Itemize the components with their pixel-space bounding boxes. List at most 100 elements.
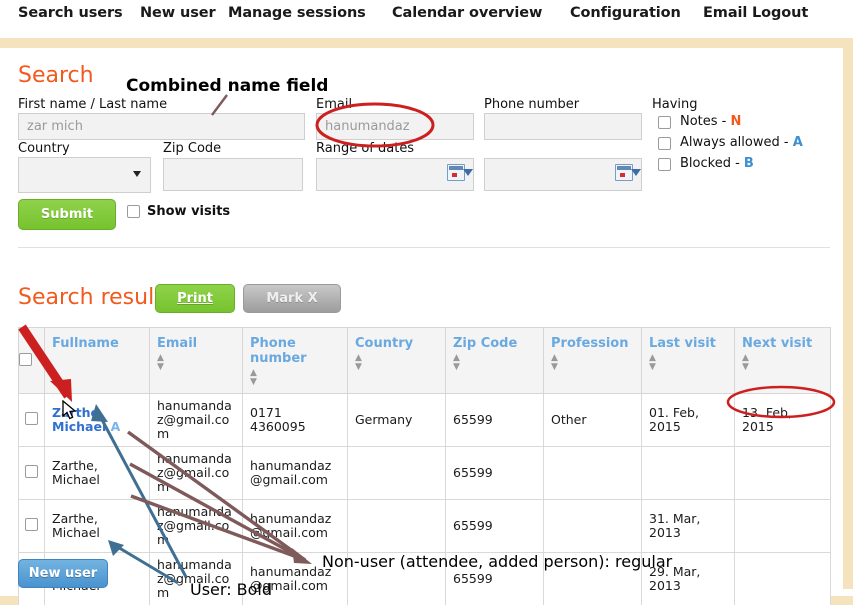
- nav-item-new-user[interactable]: New user: [140, 5, 216, 21]
- sort-icon[interactable]: ▲ ▼: [250, 369, 341, 387]
- sort-icon[interactable]: ▲ ▼: [355, 354, 439, 372]
- having-notes-label: Notes - N: [680, 114, 741, 129]
- cell-email: hanumandaz@gmail.com: [149, 393, 243, 447]
- column-header-last-visit[interactable]: Last visit ▲ ▼: [641, 327, 735, 394]
- table-row[interactable]: Zarthe, Michaelhanumandaz@gmail.comhanum…: [18, 552, 831, 605]
- having-notes-checkbox[interactable]: [658, 116, 671, 129]
- main-navigation: Search users New user Manage sessions Ca…: [0, 0, 853, 36]
- select-all-checkbox[interactable]: [19, 352, 32, 366]
- nav-divider-band: [0, 38, 853, 48]
- having-notes-text: Notes -: [680, 114, 731, 129]
- row-select-cell: [18, 499, 45, 553]
- column-header-country[interactable]: Country ▲ ▼: [347, 327, 446, 394]
- cell-next-visit: [734, 446, 831, 500]
- sort-icon[interactable]: ▲ ▼: [453, 354, 537, 372]
- column-header-zip-code[interactable]: Zip Code ▲ ▼: [445, 327, 544, 394]
- label-having: Having: [652, 97, 698, 112]
- chevron-down-icon: [463, 169, 473, 176]
- calendar-picker-from-button[interactable]: [447, 164, 473, 182]
- cell-email: hanumandaz@gmail.com: [149, 499, 243, 553]
- leader-line-combined-name: [211, 94, 228, 116]
- cell-next-visit: 13. Feb, 2015: [734, 393, 831, 447]
- nav-item-email[interactable]: Email: [703, 5, 747, 21]
- column-header-last-visit-label: Last visit: [649, 336, 716, 351]
- having-always-allowed-key: A: [792, 135, 803, 150]
- label-country: Country: [18, 141, 70, 156]
- table-row[interactable]: Zarthe, Michaelhanumandaz@gmail.comhanum…: [18, 499, 831, 553]
- sort-icon[interactable]: ▲ ▼: [649, 354, 728, 372]
- zip-code-input[interactable]: [163, 158, 303, 191]
- label-email: Email: [316, 97, 353, 112]
- sort-icon[interactable]: ▲ ▼: [157, 354, 236, 372]
- column-header-zip-code-label: Zip Code: [453, 336, 518, 351]
- column-header-fullname[interactable]: Fullname: [44, 327, 150, 394]
- column-header-next-visit[interactable]: Next visit ▲ ▼: [734, 327, 831, 394]
- column-header-phone-number[interactable]: Phone number ▲ ▼: [242, 327, 348, 394]
- cell-last-visit: 29. Mar, 2013: [641, 552, 735, 605]
- email-input[interactable]: [316, 113, 474, 140]
- cell-email: hanumandaz@gmail.com: [149, 446, 243, 500]
- page-right-border: [843, 48, 853, 589]
- nav-item-calendar-overview[interactable]: Calendar overview: [392, 5, 542, 21]
- show-visits-label: Show visits: [147, 204, 231, 219]
- nav-item-configuration[interactable]: Configuration: [570, 5, 681, 21]
- cell-next-visit: [734, 552, 831, 605]
- nav-item-search-users[interactable]: Search users: [18, 5, 123, 21]
- cell-next-visit: [734, 499, 831, 553]
- first-last-name-input[interactable]: [18, 113, 305, 140]
- cell-phone-number: hanumandaz@gmail.com: [242, 499, 348, 553]
- calendar-picker-to-button[interactable]: [615, 164, 641, 182]
- search-result-heading: Search result: [18, 285, 163, 310]
- column-header-fullname-label: Fullname: [52, 336, 119, 351]
- row-select-cell: [18, 393, 45, 447]
- row-select-checkbox[interactable]: [25, 465, 38, 478]
- form-divider: [18, 247, 830, 248]
- column-header-next-visit-label: Next visit: [742, 336, 813, 351]
- cell-fullname[interactable]: Zarthe, Michael A: [44, 393, 150, 447]
- print-button[interactable]: Print: [155, 284, 235, 313]
- select-all-header: [18, 327, 45, 394]
- column-header-profession[interactable]: Profession ▲ ▼: [543, 327, 642, 394]
- having-notes-key: N: [730, 114, 742, 129]
- cell-fullname: Zarthe, Michael: [44, 499, 150, 553]
- sort-icon[interactable]: ▲ ▼: [742, 354, 824, 372]
- cell-last-visit: [641, 446, 735, 500]
- column-header-country-label: Country: [355, 336, 414, 351]
- cell-profession: [543, 446, 642, 500]
- cell-profession: [543, 552, 642, 605]
- cell-last-visit: 01. Feb, 2015: [641, 393, 735, 447]
- column-header-email-label: Email: [157, 336, 198, 351]
- cell-phone-number: hanumandaz@gmail.com: [242, 552, 348, 605]
- cell-profession: Other: [543, 393, 642, 447]
- fullname-text: Zarthe, Michael: [52, 458, 100, 487]
- app-window: Search users New user Manage sessions Ca…: [0, 0, 853, 605]
- row-select-checkbox[interactable]: [25, 412, 38, 425]
- search-results-table: Fullname Email ▲ ▼ Phone number ▲ ▼ Countr…: [18, 327, 831, 605]
- phone-number-input[interactable]: [484, 113, 642, 140]
- annotation-combined-name-field: Combined name field: [126, 76, 329, 96]
- nav-item-manage-sessions[interactable]: Manage sessions: [228, 5, 366, 21]
- table-row[interactable]: Zarthe, Michael Ahanumandaz@gmail.com 017…: [18, 393, 831, 447]
- having-always-allowed-text: Always allowed -: [680, 135, 793, 150]
- row-select-checkbox[interactable]: [25, 518, 38, 531]
- cell-zip-code: 65599: [445, 393, 544, 447]
- mark-x-button[interactable]: Mark X: [243, 284, 341, 313]
- having-blocked-checkbox[interactable]: [658, 158, 671, 171]
- country-select[interactable]: [18, 157, 151, 193]
- nav-item-logout[interactable]: Logout: [752, 5, 808, 21]
- column-header-profession-label: Profession: [551, 336, 629, 351]
- status-badge: A: [106, 419, 121, 434]
- fullname-text[interactable]: Zarthe, Michael: [52, 405, 106, 434]
- column-header-phone-number-label: Phone number: [250, 336, 307, 366]
- column-header-email[interactable]: Email ▲ ▼: [149, 327, 243, 394]
- cell-last-visit: 31. Mar, 2013: [641, 499, 735, 553]
- having-always-allowed-checkbox[interactable]: [658, 137, 671, 150]
- table-row[interactable]: Zarthe, Michaelhanumandaz@gmail.comhanum…: [18, 446, 831, 500]
- sort-icon[interactable]: ▲ ▼: [551, 354, 635, 372]
- chevron-down-icon: [631, 169, 641, 176]
- search-heading: Search: [18, 63, 94, 88]
- new-user-button[interactable]: New user: [18, 559, 108, 588]
- label-range-of-dates: Range of dates: [316, 141, 415, 156]
- show-visits-checkbox[interactable]: [127, 205, 140, 218]
- submit-button[interactable]: Submit: [18, 199, 116, 230]
